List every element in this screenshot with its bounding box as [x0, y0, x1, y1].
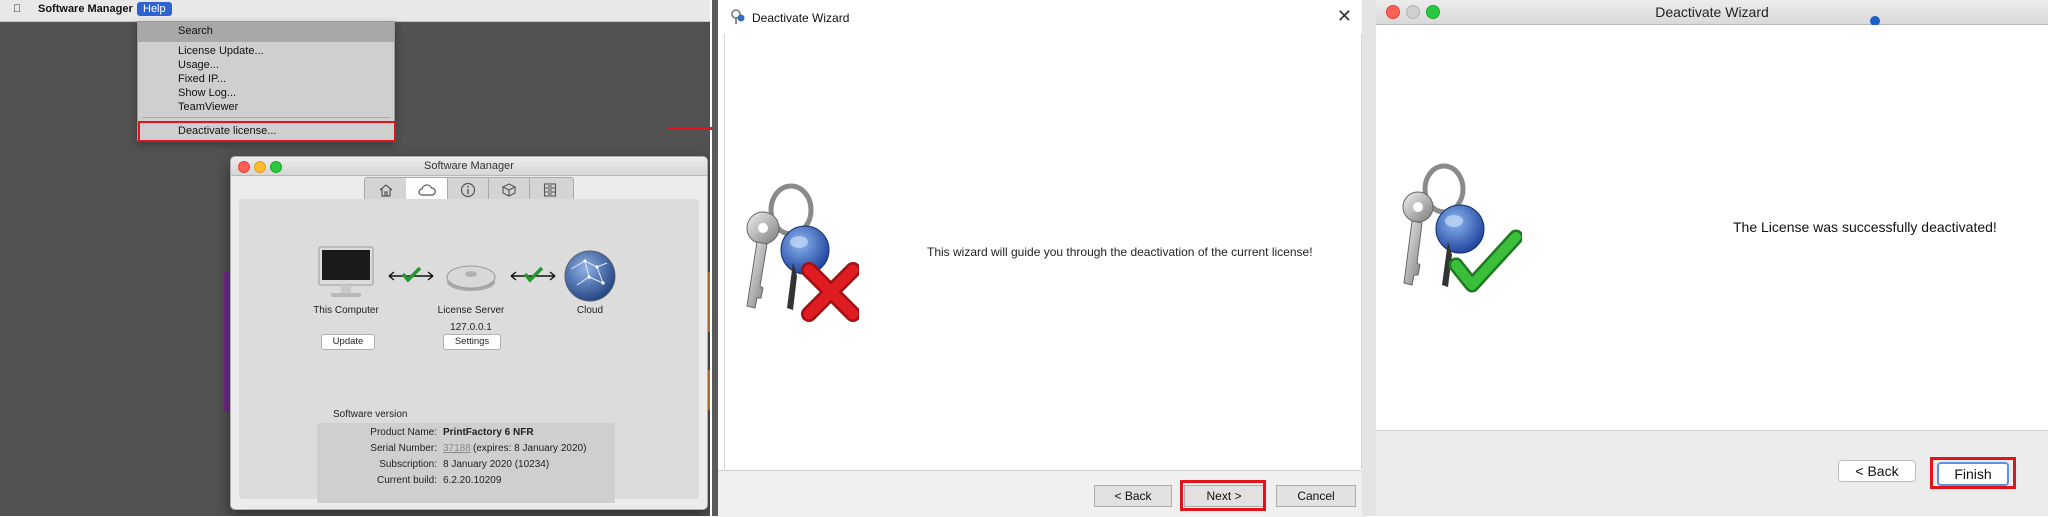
back-button[interactable]: < Back	[1838, 460, 1916, 482]
license-server-label: License Server	[437, 305, 505, 316]
cloud-icon	[417, 184, 436, 196]
windows-wizard-panel: Deactivate Wizard ✕ This wizard will gui…	[712, 0, 1366, 517]
apple-icon[interactable]: 	[13, 3, 21, 15]
menu-item-usage[interactable]: Usage...	[178, 59, 219, 71]
wizard-content: This wizard will guide you through the d…	[724, 34, 1362, 469]
window-titlebar: Software Manager	[231, 157, 707, 176]
help-dropdown-menu: Search License Update... Usage... Fixed …	[137, 21, 396, 142]
subscription-value: 8 January 2020 (10234)	[443, 459, 550, 470]
wizard-titlebar: Deactivate Wizard	[1376, 0, 2048, 25]
update-button[interactable]: Update	[321, 334, 375, 350]
cloud-globe-icon	[564, 250, 616, 302]
wizard-title: Deactivate Wizard	[1655, 4, 1769, 20]
wizard-footer: < Back Next > Cancel	[718, 470, 1366, 517]
serial-number-key: Serial Number:	[370, 443, 437, 454]
menu-item-license-update[interactable]: License Update...	[178, 45, 264, 57]
menu-item-fixed-ip[interactable]: Fixed IP...	[178, 73, 226, 85]
current-build-key: Current build:	[376, 475, 437, 486]
finish-button-highlight	[1930, 457, 2016, 489]
menu-bar:  Software Manager Help	[0, 0, 710, 22]
package-icon	[501, 183, 516, 197]
computer-icon	[318, 246, 374, 297]
connection-ok-icon	[388, 266, 434, 283]
home-icon	[379, 184, 392, 197]
wizard-app-icon	[731, 9, 745, 24]
cloud-label: Cloud	[576, 305, 604, 316]
connection-ok-icon	[510, 266, 556, 283]
license-server-ip: 127.0.0.1	[450, 322, 492, 333]
keys-success-icon	[1402, 163, 1522, 293]
back-button[interactable]: < Back	[1094, 485, 1172, 507]
menu-separator	[142, 117, 390, 118]
keys-error-icon	[746, 183, 859, 322]
product-name-key: Product Name:	[370, 427, 437, 438]
deactivate-license-label: Deactivate license...	[178, 125, 277, 137]
close-icon[interactable]: ✕	[1337, 6, 1352, 27]
menu-item-deactivate-license[interactable]: Deactivate license...	[138, 121, 396, 142]
product-name-value: PrintFactory 6 NFR	[443, 427, 534, 438]
settings-button[interactable]: Settings	[443, 334, 501, 350]
subscription-key: Subscription:	[379, 459, 437, 470]
cancel-button[interactable]: Cancel	[1276, 485, 1356, 507]
software-version-box: Product Name: PrintFactory 6 NFR Serial …	[317, 423, 615, 503]
menu-item-show-log[interactable]: Show Log...	[178, 87, 236, 99]
serial-number-value: 37188	[443, 443, 471, 454]
window-title: Software Manager	[424, 160, 514, 172]
next-button-highlight	[1180, 480, 1266, 511]
wizard-titlebar: Deactivate Wizard ✕	[718, 0, 1366, 32]
mac-wizard-panel: Deactivate Wizard The License was succes…	[1362, 0, 2048, 516]
help-search-row[interactable]: Search	[138, 22, 394, 42]
success-message: The License was successfully deactivated…	[1733, 219, 1997, 235]
wizard-content: The License was successfully deactivated…	[1376, 25, 2048, 431]
wizard-intro-message: This wizard will guide you through the d…	[927, 245, 1313, 259]
menu-item-teamviewer[interactable]: TeamViewer	[178, 101, 238, 113]
software-version-label: Software version	[333, 409, 408, 420]
wizard-title: Deactivate Wizard	[752, 11, 850, 25]
this-computer-label: This Computer	[313, 305, 379, 316]
app-menu[interactable]: Software Manager	[38, 3, 133, 15]
mac-desktop-panel:  Software Manager Help Search License U…	[0, 0, 710, 516]
license-server-icon	[446, 265, 496, 291]
current-build-value: 6.2.20.10209	[443, 475, 502, 486]
help-menu[interactable]: Help	[137, 2, 172, 16]
help-search-label: Search	[178, 25, 213, 37]
info-icon	[460, 182, 475, 198]
software-manager-window: Software Manager This Computer License S…	[230, 156, 708, 510]
list-icon	[543, 183, 556, 197]
serial-expiry: (expires: 8 January 2020)	[473, 443, 587, 454]
